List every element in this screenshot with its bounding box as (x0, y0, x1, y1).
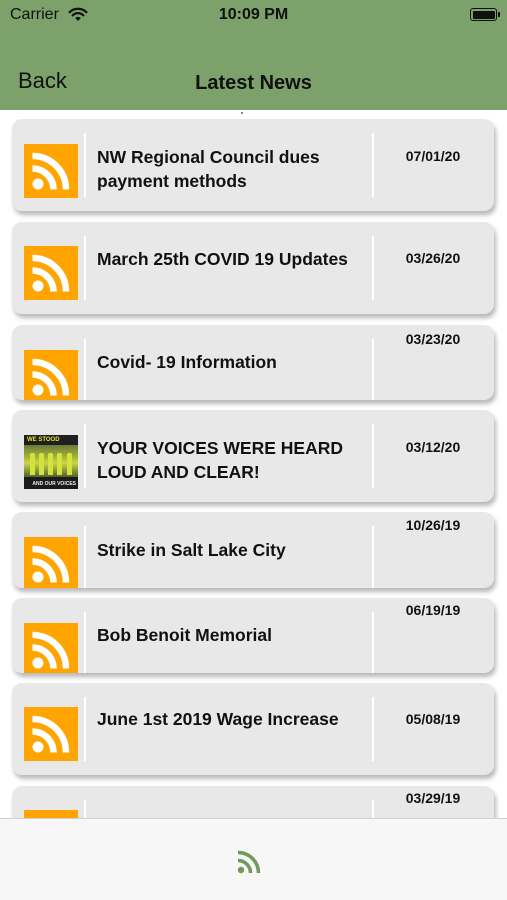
rss-icon (24, 350, 78, 400)
news-date: 10/26/19 (405, 517, 461, 533)
news-list[interactable]: NW Regional Council dues payment methods… (0, 110, 507, 818)
divider (84, 800, 86, 818)
divider (84, 612, 86, 673)
divider (84, 526, 86, 588)
news-date: 03/26/20 (405, 250, 461, 266)
divider (372, 800, 374, 818)
news-title: Bob Benoit Memorial (97, 625, 273, 645)
divider (372, 526, 374, 588)
news-date: 06/19/19 (405, 602, 461, 618)
news-title: June 1st 2019 Wage Increase (97, 709, 339, 729)
news-photo: WE STOOD AND OUR VOICES (24, 435, 78, 489)
rss-icon (24, 810, 78, 818)
divider (372, 133, 374, 197)
divider (84, 424, 86, 488)
rss-icon (24, 707, 78, 761)
rss-icon (24, 623, 78, 673)
navigation-bar: Back Latest News (0, 30, 507, 110)
divider (84, 236, 86, 300)
news-title: March 25th COVID 19 Updates (97, 249, 348, 269)
news-item[interactable]: Covid- 19 Information 03/23/20 (12, 325, 494, 400)
rss-icon (24, 537, 78, 588)
scroll-indicator (241, 112, 243, 114)
news-title: Covid- 19 Information (97, 352, 277, 372)
news-title: YOUR VOICES WERE HEARD LOUD AND CLEAR! (97, 438, 343, 482)
news-date: 07/01/20 (405, 148, 461, 164)
news-date: 05/08/19 (405, 711, 461, 727)
news-date: 03/29/19 (405, 790, 461, 806)
divider (372, 424, 374, 488)
news-date: 03/23/20 (405, 331, 461, 347)
divider (372, 612, 374, 673)
rss-tab-icon[interactable] (236, 849, 262, 875)
news-item[interactable]: NW Regional Council dues payment methods… (12, 119, 494, 211)
news-title: NW Regional Council dues payment methods (97, 147, 320, 191)
rss-icon (24, 144, 78, 198)
news-date: 03/12/20 (405, 439, 461, 455)
news-item[interactable]: Strike in Salt Lake City 10/26/19 (12, 512, 494, 588)
news-title: Strike in Salt Lake City (97, 540, 286, 560)
divider (372, 339, 374, 400)
divider (84, 697, 86, 761)
news-item[interactable]: June 1st 2019 Wage Increase 05/08/19 (12, 683, 494, 775)
clock: 10:09 PM (218, 6, 289, 23)
divider (84, 339, 86, 400)
divider (372, 236, 374, 300)
divider (84, 133, 86, 197)
rss-icon (24, 246, 78, 300)
news-item[interactable]: WE STOOD AND OUR VOICES YOUR VOICES WERE… (12, 410, 494, 502)
news-item[interactable]: March 25th COVID 19 Updates 03/26/20 (12, 222, 494, 314)
page-title: Latest News (195, 72, 312, 94)
news-item[interactable]: Bob Benoit Memorial 06/19/19 (12, 598, 494, 673)
news-item[interactable]: 03/29/19 (12, 786, 494, 818)
tab-bar (0, 818, 507, 900)
status-bar: Carrier 10:09 PM (0, 0, 507, 30)
divider (372, 697, 374, 761)
battery-icon (470, 8, 500, 21)
